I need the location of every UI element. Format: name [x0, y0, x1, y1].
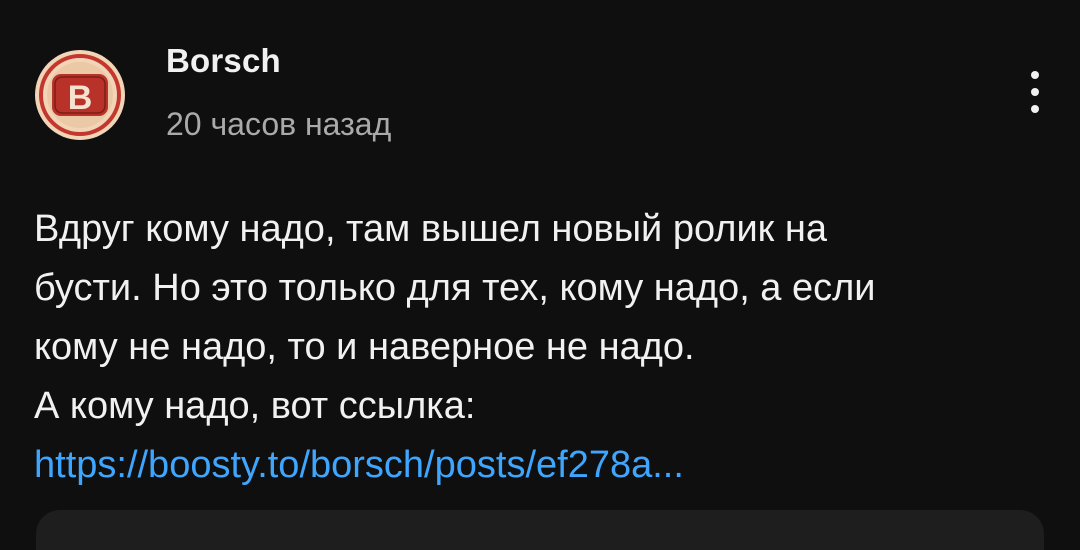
more-vertical-icon-dot-3	[1031, 105, 1039, 113]
channel-avatar[interactable]: B	[34, 49, 126, 141]
post-text-line: А кому надо, вот ссылка:	[34, 385, 476, 427]
more-vertical-icon-dot-2	[1031, 88, 1039, 96]
more-vertical-icon	[1031, 71, 1039, 79]
post-text-line: бусти. Но это только для тех, кому надо,…	[34, 267, 876, 309]
attachment-card-top-edge	[36, 510, 1044, 550]
post-text-line: кому не надо, то и наверное не надо.	[34, 326, 695, 368]
borsch-logo-icon: B	[35, 50, 125, 140]
channel-name[interactable]: Borsch	[166, 42, 281, 80]
post-text-line: Вдруг кому надо, там вышел новый ролик н…	[34, 208, 827, 250]
more-options-button[interactable]	[1010, 62, 1060, 122]
boosty-link[interactable]: https://boosty.to/borsch/posts/ef278a...	[34, 436, 1054, 495]
post-text: Вдруг кому надо, там вышел новый ролик н…	[34, 200, 1054, 495]
community-post: B Borsch 20 часов назад Вдруг кому надо,…	[0, 0, 1080, 550]
post-timestamp: 20 часов назад	[166, 106, 392, 142]
avatar-letter: B	[68, 79, 93, 117]
